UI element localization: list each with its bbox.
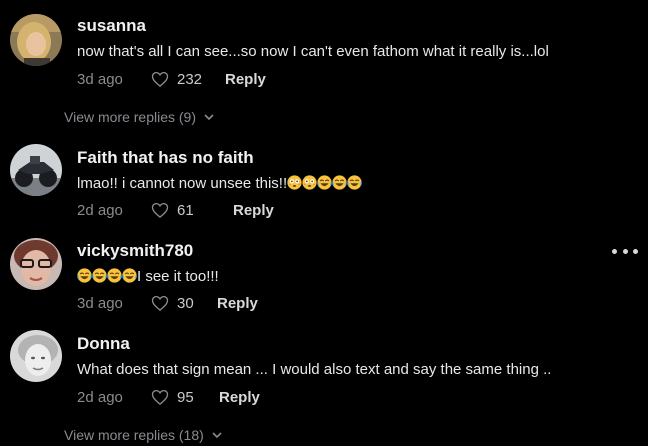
tears-of-joy-emoji-icon [107,268,122,283]
avatar[interactable] [10,14,62,66]
chevron-down-icon [212,431,222,438]
comment-username[interactable]: vickysmith780 [77,241,193,261]
avatar[interactable] [10,330,62,382]
comment-username[interactable]: Faith that has no faith [77,148,254,168]
comment-text-body: lmao!! i cannot now unsee this!! [77,175,288,192]
like-button[interactable]: 61 [151,202,233,219]
reply-button[interactable]: Reply [219,389,260,406]
comment-time: 2d ago [77,388,123,406]
comment-text: What does that sign mean ... I would als… [77,361,552,378]
chevron-down-icon [204,113,214,120]
comment-text: now that's all I can see...so now I can'… [77,43,549,60]
tears-of-joy-emoji-icon [347,175,362,190]
like-button[interactable]: 30 [151,295,217,312]
comment-meta: 2d ago 61 Reply [77,199,274,221]
tears-of-joy-emoji-icon [332,175,347,190]
view-more-replies-button[interactable]: View more replies (9) [64,109,214,125]
heart-icon [151,71,169,87]
comment-meta: 3d ago 232 Reply [77,68,266,90]
reply-button[interactable]: Reply [233,202,274,219]
comment-text: lmao!! i cannot now unsee this!! [77,175,362,192]
like-button[interactable]: 95 [151,389,219,406]
comment-time: 3d ago [77,294,123,312]
comment-text: I see it too!!! [77,268,219,285]
heart-icon [151,389,169,405]
like-count: 95 [177,388,194,406]
tears-of-joy-emoji-icon [92,268,107,283]
flushed-face-emoji-icon [302,175,317,190]
comment-meta: 2d ago 95 Reply [77,386,260,408]
like-count: 232 [177,70,203,88]
comment-meta: 3d ago 30 Reply [77,292,258,314]
like-count: 61 [177,201,194,219]
reply-button[interactable]: Reply [225,71,266,88]
comment-time: 2d ago [77,201,123,219]
heart-icon [151,295,169,311]
like-button[interactable]: 232 [151,71,225,88]
comment-text-body: I see it too!!! [137,268,219,285]
tears-of-joy-emoji-icon [77,268,92,283]
tears-of-joy-emoji-icon [317,175,332,190]
tears-of-joy-emoji-icon [122,268,137,283]
more-options-icon[interactable] [612,244,638,258]
avatar[interactable] [10,144,62,196]
avatar[interactable] [10,238,62,290]
view-more-label: View more replies (18) [64,427,204,443]
reply-button[interactable]: Reply [217,295,258,312]
comment-time: 3d ago [77,70,123,88]
flushed-face-emoji-icon [287,175,302,190]
view-more-replies-button[interactable]: View more replies (18) [64,427,222,443]
view-more-label: View more replies (9) [64,109,197,125]
like-count: 30 [177,294,194,312]
heart-icon [151,202,169,218]
comment-username[interactable]: susanna [77,16,146,36]
comment-username[interactable]: Donna [77,334,130,354]
